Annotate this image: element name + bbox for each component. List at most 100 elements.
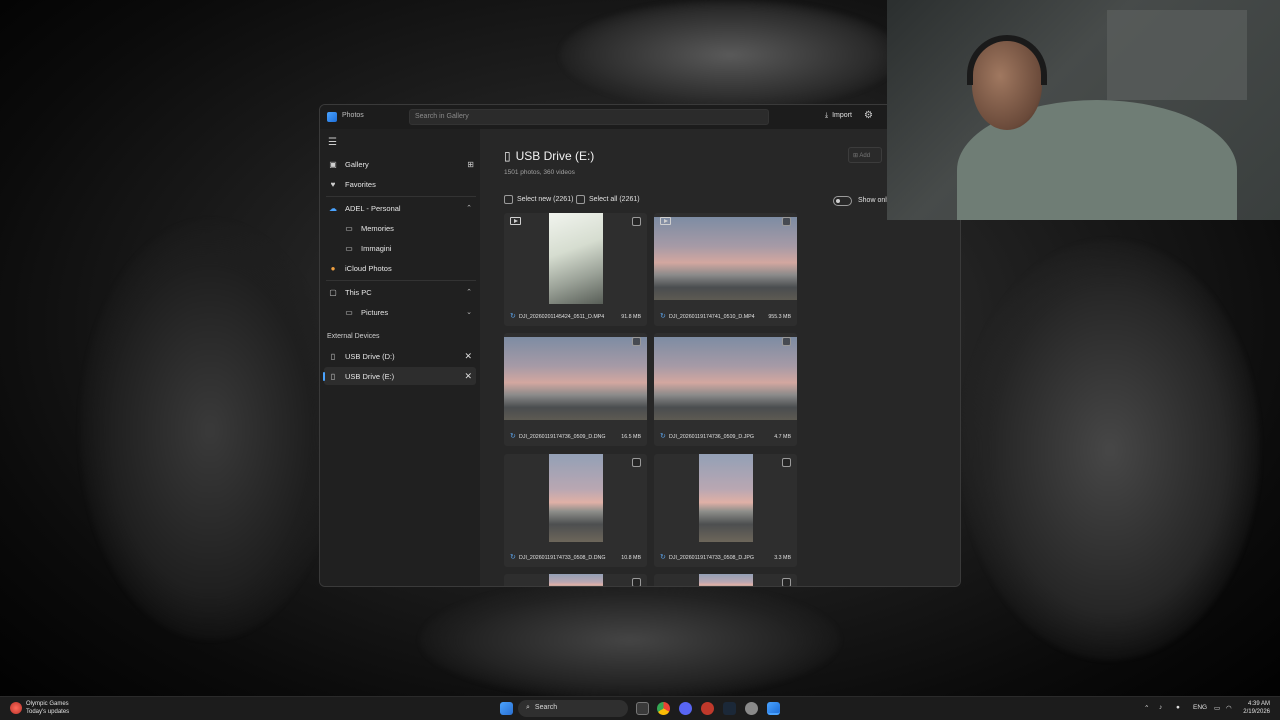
file-size: 10.8 MB xyxy=(621,555,641,561)
sidebar-item-onedrive[interactable]: ☁ ADEL - Personal ⌃ xyxy=(324,199,476,217)
start-icon[interactable] xyxy=(500,702,513,715)
sidebar-item-label: iCloud Photos xyxy=(345,263,392,273)
photo-tile[interactable]: ↻ DJI_20260119174733_0508_D.DNG 10.8 MB xyxy=(504,454,647,567)
folder-icon: ▭ xyxy=(345,243,353,253)
photo-tile[interactable] xyxy=(504,574,647,586)
sidebar-item-memories[interactable]: ▭ Memories xyxy=(340,219,476,237)
widgets-button[interactable]: Olympic Games Today's updates xyxy=(10,700,69,716)
photos-taskbar-icon[interactable] xyxy=(767,702,780,715)
taskbar-search[interactable]: ⌕ Search xyxy=(518,700,628,717)
sidebar-item-immagini[interactable]: ▭ Immagini xyxy=(340,239,476,257)
computer-icon: ▢ xyxy=(329,287,337,297)
close-icon[interactable]: ✕ xyxy=(464,351,472,362)
microphone-icon[interactable]: ● xyxy=(1176,704,1180,711)
photo-tile[interactable]: ↻ DJI_20260119174741_0510_D.MP4 955.3 MB xyxy=(654,213,797,326)
sidebar-item-usb-d[interactable]: ▯ USB Drive (D:) ✕ xyxy=(324,347,476,365)
webcam-background xyxy=(1107,10,1247,100)
sidebar-item-gallery[interactable]: ▣ Gallery ⊞ xyxy=(324,155,476,173)
photos-app-icon xyxy=(327,112,337,122)
sync-icon: ↻ xyxy=(660,433,666,440)
usb-drive-icon: ▯ xyxy=(330,351,336,361)
wifi-icon[interactable]: ◠ xyxy=(1226,704,1232,712)
volume-icon[interactable]: ♪ xyxy=(1159,704,1162,711)
sidebar-item-label: Memories xyxy=(361,223,394,233)
add-button[interactable]: ⊞ Add xyxy=(848,147,882,163)
thumbnail xyxy=(699,454,753,542)
photo-tile[interactable]: ↻ DJI_20260119174736_0509_D.DNG 16.5 MB xyxy=(504,333,647,446)
widgets-text: Olympic Games Today's updates xyxy=(26,700,69,716)
sync-icon: ↻ xyxy=(510,554,516,561)
clock-time: 4:39 AM xyxy=(1247,701,1270,707)
menu-icon[interactable]: ☰ xyxy=(328,137,337,148)
show-only-label: Show only xyxy=(858,197,891,204)
sidebar-item-favorites[interactable]: ♥ Favorites xyxy=(324,175,476,193)
media-count: 1501 photos, 360 videos xyxy=(504,169,575,176)
tile-checkbox[interactable] xyxy=(632,458,641,467)
chevron-up-icon[interactable]: ⌃ xyxy=(1144,704,1149,712)
photo-tile[interactable]: ↻ DJI_20260119174736_0509_D.JPG 4.7 MB xyxy=(654,333,797,446)
folder-icon: ▭ xyxy=(345,223,353,233)
sidebar-item-label: USB Drive (D:) xyxy=(345,351,395,361)
add-folder-icon[interactable]: ⊞ xyxy=(467,160,474,169)
sidebar-item-label: Pictures xyxy=(361,307,389,317)
file-size: 3.3 MB xyxy=(774,555,791,561)
discord-icon[interactable] xyxy=(679,702,692,715)
language-indicator[interactable]: ENG xyxy=(1193,704,1207,711)
select-new-checkbox[interactable] xyxy=(504,195,513,204)
select-all[interactable]: Select all (2261) xyxy=(576,195,640,204)
search-icon: ⌕ xyxy=(526,704,530,711)
chevron-down-icon[interactable]: ⌄ xyxy=(466,308,472,316)
title-bar: Photos Search in Gallery ⤓ Import ⚙ xyxy=(320,105,960,129)
tile-checkbox[interactable] xyxy=(782,458,791,467)
search-input[interactable]: Search in Gallery xyxy=(409,109,769,125)
widgets-title: Olympic Games xyxy=(26,701,69,707)
close-icon[interactable]: ✕ xyxy=(464,371,472,382)
heart-icon: ♥ xyxy=(330,179,336,189)
sidebar-item-label: Immagini xyxy=(361,243,392,253)
tile-checkbox[interactable] xyxy=(632,578,641,586)
chrome-icon[interactable] xyxy=(657,702,670,715)
select-all-checkbox[interactable] xyxy=(576,195,585,204)
import-button[interactable]: ⤓ Import xyxy=(820,109,857,125)
webcam-overlay xyxy=(887,0,1280,220)
show-only-toggle[interactable] xyxy=(833,196,852,206)
import-icon: ⤓ xyxy=(825,112,829,119)
page-title: ▯ USB Drive (E:) xyxy=(504,149,594,163)
photo-tile[interactable] xyxy=(654,574,797,586)
sidebar-item-icloud[interactable]: ● iCloud Photos xyxy=(324,259,476,277)
icloud-icon: ● xyxy=(330,263,336,273)
file-size: 16.5 MB xyxy=(621,434,641,440)
tile-checkbox[interactable] xyxy=(632,337,641,346)
thumbnail xyxy=(699,574,753,586)
wallpaper-skulls-right xyxy=(960,240,1260,660)
steam-icon[interactable] xyxy=(723,702,736,715)
app-icon[interactable] xyxy=(701,702,714,715)
gear-icon[interactable]: ⚙ xyxy=(864,110,873,121)
divider xyxy=(326,196,476,197)
select-new[interactable]: Select new (2261) xyxy=(504,195,573,204)
tile-checkbox[interactable] xyxy=(782,578,791,586)
settings-icon[interactable] xyxy=(745,702,758,715)
sidebar-item-pictures[interactable]: ▭ Pictures ⌄ xyxy=(340,303,476,321)
tile-checkbox[interactable] xyxy=(782,337,791,346)
sync-icon: ↻ xyxy=(510,433,516,440)
sync-icon: ↻ xyxy=(660,313,666,320)
tile-checkbox[interactable] xyxy=(632,217,641,226)
sync-icon: ↻ xyxy=(660,554,666,561)
photo-tile[interactable]: ↻ DJI_20260201145424_0511_D.MP4 91.8 MB xyxy=(504,213,647,326)
chevron-up-icon[interactable]: ⌃ xyxy=(466,204,472,212)
chevron-up-icon[interactable]: ⌃ xyxy=(466,288,472,296)
gallery-icon: ▣ xyxy=(329,159,337,169)
photo-tile[interactable]: ↻ DJI_20260119174733_0508_D.JPG 3.3 MB xyxy=(654,454,797,567)
add-label: Add xyxy=(859,153,871,159)
sidebar-item-this-pc[interactable]: ▢ This PC ⌃ xyxy=(324,283,476,301)
tile-checkbox[interactable] xyxy=(782,217,791,226)
file-size: 4.7 MB xyxy=(774,434,791,440)
sidebar-item-label: USB Drive (E:) xyxy=(345,371,395,381)
network-icon[interactable]: ▭ xyxy=(1214,704,1220,712)
clock[interactable]: 4:39 AM 2/19/2026 xyxy=(1243,700,1270,716)
thumbnail xyxy=(549,574,603,586)
thumbnail xyxy=(654,217,797,300)
sidebar-item-usb-e[interactable]: ▯ USB Drive (E:) ✕ xyxy=(323,367,476,385)
task-view-icon[interactable] xyxy=(636,702,649,715)
